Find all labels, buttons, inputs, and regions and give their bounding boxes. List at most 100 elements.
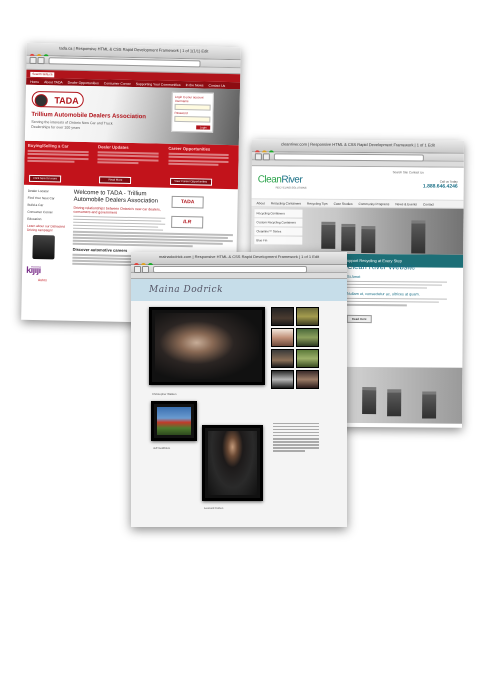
sidebar-item-consumer[interactable]: Consumer Corner xyxy=(27,210,69,215)
standing-portrait[interactable] xyxy=(202,425,263,501)
password-label: Password xyxy=(174,110,188,116)
logo-clean: Clean xyxy=(257,174,282,186)
top-links[interactable]: Search Site Contact Us xyxy=(393,170,424,174)
login-button[interactable]: Login xyxy=(196,125,211,130)
search-input[interactable]: Search tada.ca xyxy=(30,71,55,77)
forward-icon[interactable] xyxy=(142,266,149,273)
feature-button[interactable]: View Career Opportunities xyxy=(169,177,212,186)
nav-case-studies[interactable]: Case Studies xyxy=(334,201,353,205)
bottom-image xyxy=(342,366,463,424)
logo-subtitle: RECYCLING SOLUTIONS xyxy=(275,186,307,190)
tada-logo[interactable]: TADA xyxy=(31,90,84,108)
nav-dealer[interactable]: Dealer Opportunities xyxy=(68,80,99,85)
nav-consumer[interactable]: Consumer Corner xyxy=(104,81,131,86)
feature-box: Buying/Selling a Car Click here for more xyxy=(27,143,95,184)
main-content: Clean River Website St Amet Nullam ut, c… xyxy=(346,261,459,326)
feature-button[interactable]: Click here for more xyxy=(29,174,62,183)
hero-menu-item[interactable]: Recycling Containers xyxy=(254,209,303,218)
bin-image xyxy=(341,223,356,251)
hero-menu-item[interactable]: Custom Recycling Containers xyxy=(254,218,303,227)
nav-home[interactable]: Home xyxy=(30,79,39,83)
forward-icon[interactable] xyxy=(262,153,270,161)
browser-toolbar xyxy=(251,152,464,162)
phone-number[interactable]: 1.888.646.4246 xyxy=(423,183,458,189)
gallery-thumb[interactable] xyxy=(271,307,294,326)
featured-portrait[interactable] xyxy=(149,307,265,385)
gallery-thumb[interactable] xyxy=(296,307,319,326)
login-box: Login to your account Username Password … xyxy=(171,91,214,133)
kijiji-logo[interactable]: kijiji xyxy=(26,265,68,276)
window-title: tada.ca | Responsive HTML & CSS Rapid De… xyxy=(59,45,209,54)
feature-title: Career Opportunities xyxy=(168,145,211,152)
article-link[interactable]: St Amet xyxy=(347,275,459,280)
address-bar[interactable] xyxy=(153,266,307,273)
gallery-thumb[interactable] xyxy=(271,349,294,368)
browser-toolbar xyxy=(131,265,347,273)
sidebar-item-build-car[interactable]: Build a Car xyxy=(27,203,69,208)
welcome-heading: Welcome to TADA - Trillium Automobile De… xyxy=(73,189,159,205)
gallery-thumb[interactable] xyxy=(296,349,319,368)
logo-text: TADA xyxy=(54,95,79,106)
back-icon[interactable] xyxy=(134,266,141,273)
nav-containers[interactable]: Recycling Containers xyxy=(271,201,301,205)
article-link[interactable]: Nullam ut, consectetur ac, ultrices at q… xyxy=(347,292,459,297)
username-field[interactable] xyxy=(174,103,211,111)
sidebar-item-dealer-locator[interactable]: Dealer Locator xyxy=(28,189,70,194)
kijiji-sub: Autos xyxy=(37,278,47,283)
hero: TADA Trillium Automobile Dealers Associa… xyxy=(24,84,240,146)
nav-news[interactable]: News & Events xyxy=(395,202,417,206)
gallery-thumb[interactable] xyxy=(271,370,294,389)
portrait-caption: Christopher Walken xyxy=(152,392,177,396)
nav-about[interactable]: About TADA xyxy=(44,80,63,84)
feature-button[interactable]: Read More xyxy=(99,176,132,185)
bin-image xyxy=(321,221,336,249)
bin-image xyxy=(411,220,426,254)
hero-menu-item[interactable]: Cleanline™ Series xyxy=(254,227,303,236)
bin-image xyxy=(387,389,402,417)
back-icon[interactable] xyxy=(29,56,37,64)
hero-slider[interactable]: Recycling Containers Custom Recycling Co… xyxy=(251,207,464,255)
back-icon[interactable] xyxy=(254,153,262,161)
hero-menu-item[interactable]: Blue Fin xyxy=(254,236,303,245)
nav-tips[interactable]: Recycling Tips xyxy=(307,201,328,205)
window-title: mainadodrick.com | Responsive HTML & CSS… xyxy=(158,254,320,259)
username-label: Username xyxy=(174,98,189,104)
ilr-badge: ILR xyxy=(171,215,204,229)
site-header: CleanRiver RECYCLING SOLUTIONS Search Si… xyxy=(251,166,464,200)
logo-river: River xyxy=(281,174,303,186)
painting-caption: Jeff Goldblum xyxy=(153,446,171,450)
nav-contact[interactable]: Contact xyxy=(423,202,434,206)
nav-about[interactable]: About xyxy=(257,201,265,205)
distracted-driving-link[interactable]: Learn about our Distracted Driving campa… xyxy=(27,224,69,233)
portrait-caption: Leonard Cohen xyxy=(204,506,224,510)
paragraph xyxy=(72,215,234,248)
forward-icon[interactable] xyxy=(37,57,45,65)
gallery-thumb[interactable] xyxy=(296,328,319,347)
phone-block: Call us Today 1.888.646.4246 xyxy=(423,179,458,190)
gallery-thumb[interactable] xyxy=(296,370,319,389)
nav-contact[interactable]: Contact Us xyxy=(208,83,225,87)
window-title: cleanriver.com | Responsive HTML & CSS R… xyxy=(281,141,435,148)
bin-image xyxy=(362,387,377,415)
welcome-heading: Clean River Website xyxy=(347,261,416,272)
nav-communities[interactable]: Supporting Your Communities xyxy=(136,82,181,87)
painting-frame[interactable] xyxy=(151,401,197,441)
feature-boxes: Buying/Selling a Car Click here for more… xyxy=(23,140,239,190)
wheel-icon xyxy=(34,93,48,108)
nav-news[interactable]: In the News xyxy=(186,83,204,87)
title-bar: mainadodrick.com | Responsive HTML & CSS… xyxy=(131,252,347,268)
gallery-thumb[interactable] xyxy=(271,328,294,347)
read-more-button[interactable]: Read more xyxy=(346,314,372,324)
site-title[interactable]: Maina Dodrick xyxy=(149,285,223,295)
phone-ad-image[interactable] xyxy=(32,234,55,260)
cleanriver-logo[interactable]: CleanRiver xyxy=(258,174,303,185)
address-bar[interactable] xyxy=(273,153,424,162)
nav-community[interactable]: Community Programs xyxy=(359,202,390,206)
feature-box: Dealer Updates Read More xyxy=(97,144,165,185)
org-name: Trillium Automobile Dealers Association xyxy=(31,111,147,121)
sidebar: Dealer Locator Find Your Next Car Build … xyxy=(26,189,70,286)
sidebar-item-find-car[interactable]: Find Your Next Car xyxy=(28,196,70,201)
feature-box: Career Opportunities View Career Opportu… xyxy=(168,146,236,187)
sidebar-item-education[interactable]: Education xyxy=(27,217,69,222)
password-field[interactable] xyxy=(174,115,211,123)
